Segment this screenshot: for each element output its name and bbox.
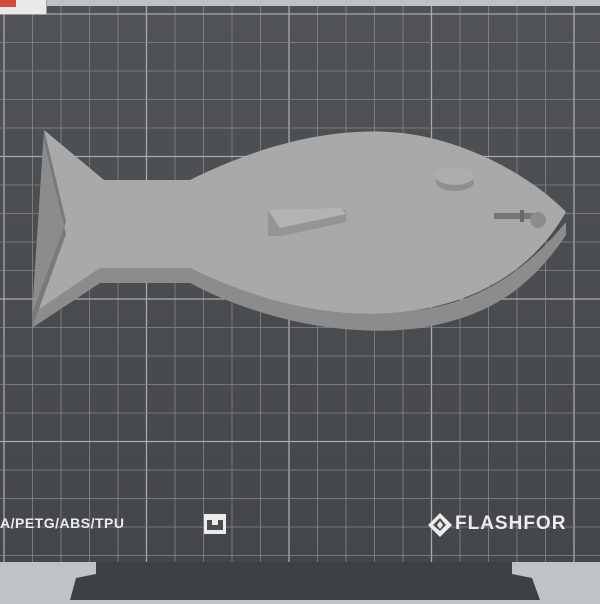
pen-tool-icon[interactable] [0, 0, 47, 15]
bed-materials-label: A/PETG/ABS/TPU [0, 515, 125, 531]
bed-holder [70, 562, 540, 600]
bed-brand-label: FLASHFOR [455, 513, 567, 534]
fish-eye [436, 167, 474, 185]
bed-marker-icon [204, 514, 226, 534]
tool-indicator [0, 0, 16, 7]
3d-viewport[interactable]: A/PETG/ABS/TPU FLASHFOR [0, 0, 600, 600]
fish-mouth-tip [530, 212, 546, 228]
build-plate-scene[interactable] [0, 0, 600, 600]
fish-mouth-marker [520, 210, 524, 222]
fish-mouth [494, 213, 536, 219]
